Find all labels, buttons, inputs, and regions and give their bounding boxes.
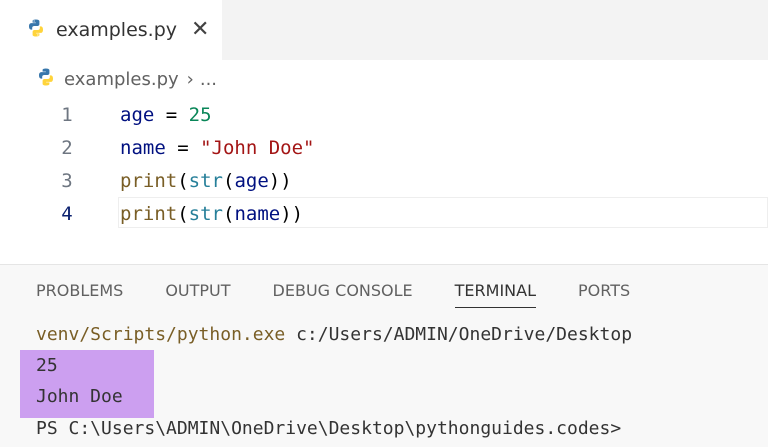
close-icon[interactable]: ✕ — [191, 19, 209, 41]
panel-tabs: PROBLEMS OUTPUT DEBUG CONSOLE TERMINAL P… — [36, 281, 672, 308]
tab-label: examples.py — [56, 19, 178, 41]
tab-examples-py[interactable]: examples.py ✕ — [0, 0, 222, 60]
code-text: name = "John Doe" — [120, 136, 315, 159]
line-number: 4 — [61, 202, 73, 225]
line-number: 2 — [61, 136, 73, 159]
tab-problems[interactable]: PROBLEMS — [36, 281, 123, 308]
tab-debug-console[interactable]: DEBUG CONSOLE — [273, 281, 413, 308]
code-line-active[interactable]: 4 print(str(name)) — [0, 197, 768, 230]
tab-ports[interactable]: PORTS — [578, 281, 630, 308]
code-text: age = 25 — [120, 103, 212, 126]
terminal-output-line: John Doe — [36, 386, 123, 407]
chevron-right-icon: › — [186, 68, 194, 90]
tab-terminal[interactable]: TERMINAL — [454, 281, 537, 308]
line-number: 1 — [61, 103, 73, 126]
terminal-command: venv/Scripts/python.exe c:/Users/ADMIN/O… — [36, 324, 633, 345]
terminal-output-line: 25 — [36, 355, 58, 376]
editor-tab-bar: examples.py ✕ — [0, 0, 768, 60]
code-text: print(str(name)) — [120, 202, 304, 225]
code-line[interactable]: 3 print(str(age)) — [0, 164, 768, 197]
python-file-icon — [26, 18, 46, 42]
python-file-icon — [36, 67, 56, 92]
code-text: print(str(age)) — [120, 169, 292, 192]
terminal-prompt[interactable]: PS C:\Users\ADMIN\OneDrive\Desktop\pytho… — [36, 418, 621, 439]
code-line[interactable]: 1 age = 25 — [0, 98, 768, 131]
breadcrumb-file[interactable]: examples.py — [64, 69, 179, 90]
tab-output[interactable]: OUTPUT — [165, 281, 230, 308]
line-number: 3 — [61, 169, 73, 192]
code-line[interactable]: 2 name = "John Doe" — [0, 131, 768, 164]
breadcrumb-more[interactable]: ... — [200, 69, 217, 90]
code-editor[interactable]: 1 age = 25 2 name = "John Doe" 3 print(s… — [0, 96, 768, 264]
breadcrumb: examples.py › ... — [36, 64, 217, 94]
